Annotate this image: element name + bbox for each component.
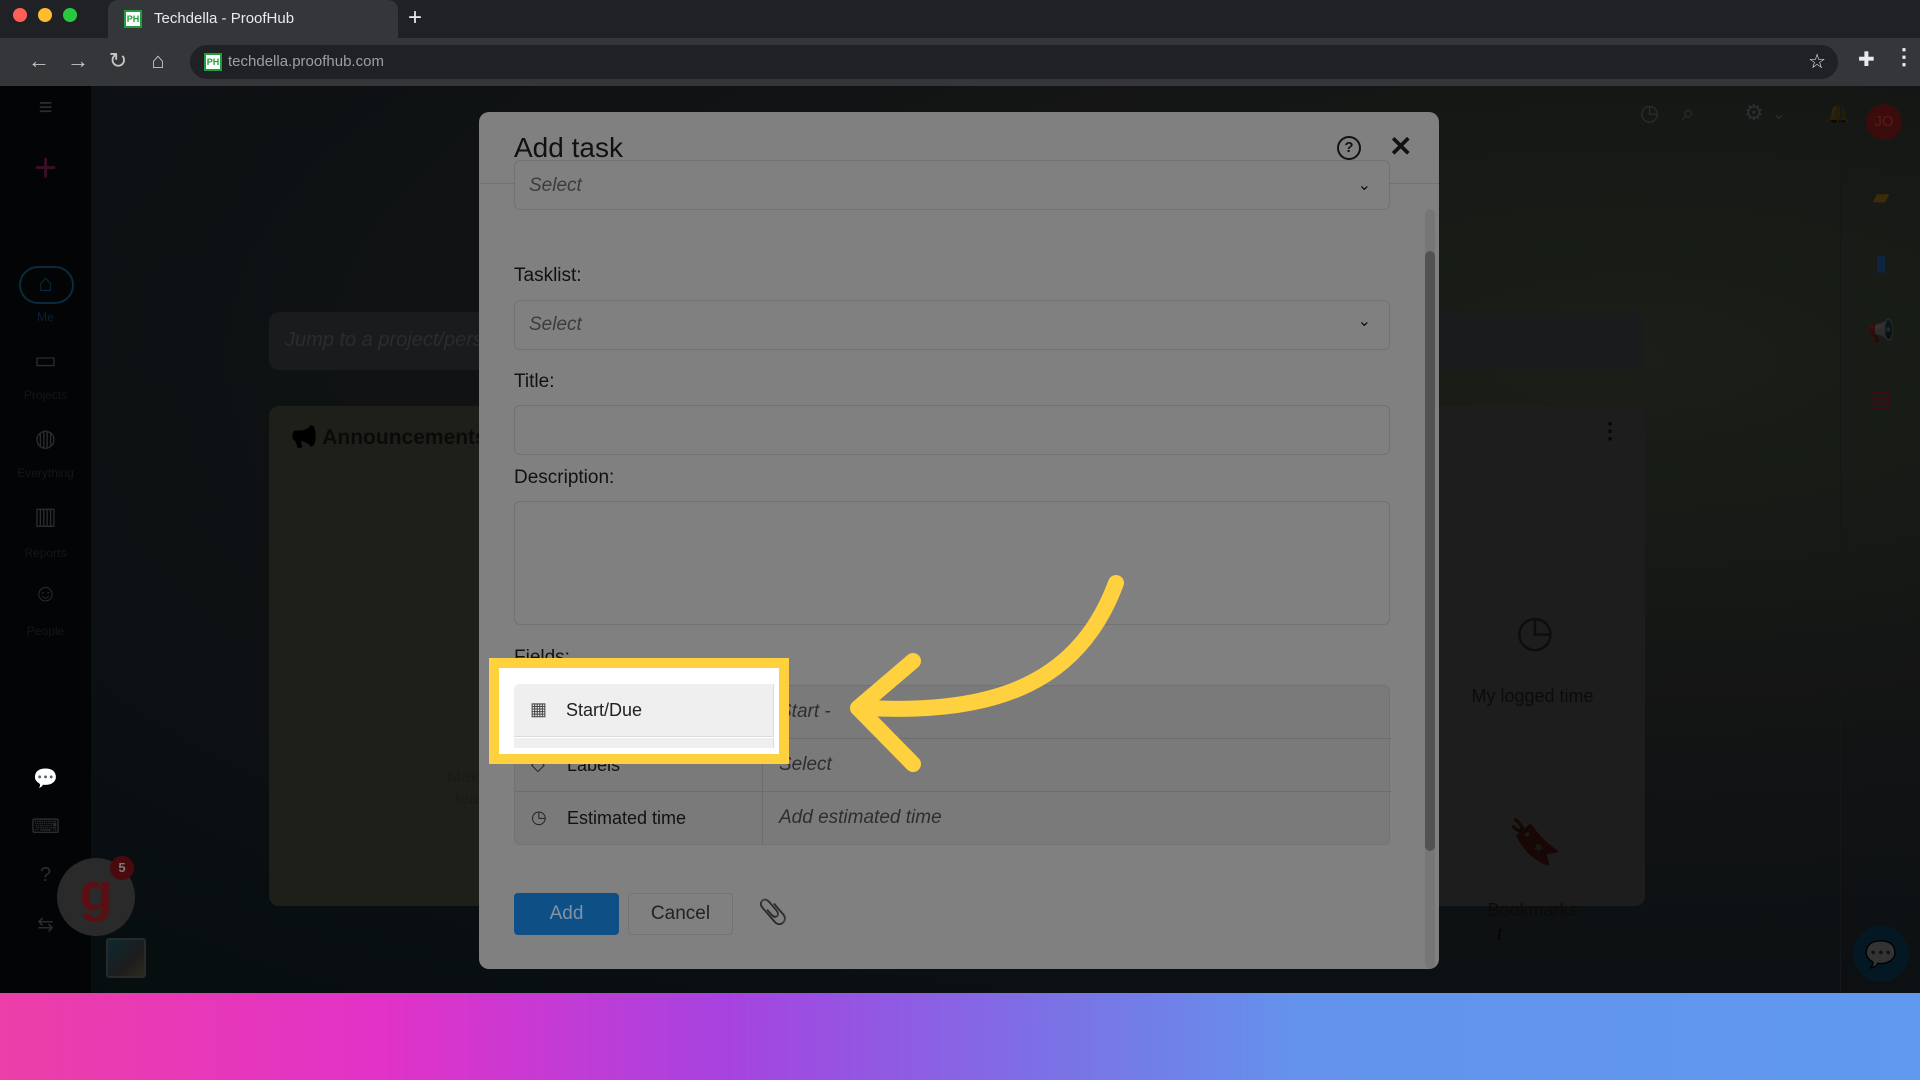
chevron-down-icon: ⌄ bbox=[1357, 313, 1371, 330]
sidebar: ≡ + ⌂ Me ▭ Projects ◍ Everything ▥ Repor… bbox=[0, 86, 91, 993]
search-icon[interactable]: ⌕ bbox=[1682, 100, 1694, 126]
tasklist-select[interactable]: Select ⌄ bbox=[514, 300, 1390, 350]
description-textarea[interactable] bbox=[514, 501, 1390, 625]
sticky-note-icon[interactable]: ▰ bbox=[1841, 184, 1920, 210]
globe-icon[interactable]: ◍ bbox=[0, 424, 91, 453]
quick-links-card: ⋮ ◷ My logged time 🔖 Bookmarks bbox=[1420, 406, 1645, 920]
hamburger-menu-icon[interactable]: ≡ bbox=[0, 94, 91, 122]
settings-chevron-icon[interactable]: ⌄ bbox=[1772, 104, 1785, 124]
announcements-body: Mak tea bbox=[447, 767, 480, 808]
jump-search-placeholder: Jump to a project/person bbox=[285, 329, 506, 351]
title-input[interactable] bbox=[514, 405, 1390, 455]
description-label: Description: bbox=[514, 467, 615, 488]
tile-my-logged-time[interactable]: My logged time bbox=[1420, 686, 1645, 707]
project-select-placeholder: Select bbox=[529, 175, 582, 196]
widgets-label: Widgets bbox=[1548, 330, 1621, 352]
browser-tab[interactable]: PH Techdella - ProofHub bbox=[108, 0, 398, 38]
add-task-modal: Add task ? ✕ Select ⌄ Tasklist: Select ⌄… bbox=[479, 112, 1439, 969]
close-icon[interactable]: ✕ bbox=[1389, 130, 1412, 163]
g-widget-badge: 5 bbox=[110, 856, 134, 880]
add-button[interactable]: Add bbox=[514, 893, 619, 935]
browser-menu-icon[interactable]: ⋮ bbox=[1893, 44, 1915, 70]
timer-icon[interactable]: ◷ bbox=[1640, 100, 1659, 126]
settings-icon[interactable]: ⚙ bbox=[1744, 100, 1764, 126]
new-tab-button[interactable]: + bbox=[408, 5, 422, 31]
estimated-time-input[interactable]: Add estimated time bbox=[779, 807, 942, 829]
feedback-icon[interactable]: 💬 bbox=[0, 766, 91, 791]
megaphone-icon: 📢 bbox=[291, 426, 318, 449]
home-icon[interactable]: ⌂ bbox=[143, 46, 173, 76]
cancel-button[interactable]: Cancel bbox=[628, 893, 733, 935]
window-maximize-button[interactable] bbox=[63, 8, 77, 22]
people-icon[interactable]: ☺ bbox=[0, 580, 91, 608]
card-menu-icon[interactable]: ⋮ bbox=[1599, 418, 1621, 444]
clock-icon[interactable]: ◷ bbox=[1480, 606, 1590, 657]
bookmark-icon[interactable]: 🔖 bbox=[1480, 816, 1590, 868]
forward-icon[interactable]: → bbox=[63, 46, 93, 76]
highlighted-start-due-field[interactable]: ▦ Start/Due bbox=[514, 684, 774, 737]
gear-icon: ⚙ bbox=[1525, 330, 1544, 352]
calendar-rail-icon[interactable]: ▤ bbox=[1841, 386, 1920, 412]
address-bar[interactable]: PH techdella.proofhub.com ☆ bbox=[190, 45, 1838, 79]
field-label: Start/Due bbox=[566, 700, 643, 720]
home-icon[interactable]: ⌂ bbox=[0, 270, 91, 298]
right-rail: ▰ ▮ 📢 ▤ bbox=[1840, 86, 1920, 993]
sidebar-item-people[interactable]: People bbox=[0, 624, 91, 638]
paperclip-icon[interactable]: 📎 bbox=[758, 898, 788, 927]
field-row-estimated-time[interactable]: ◷ Estimated time Add estimated time bbox=[515, 792, 1391, 845]
browser-tabstrip: PH Techdella - ProofHub + bbox=[0, 0, 1920, 38]
chat-button[interactable]: 💬 bbox=[1853, 926, 1909, 982]
url-text: techdella.proofhub.com bbox=[228, 53, 384, 70]
extensions-icon[interactable]: ✚ bbox=[1858, 47, 1875, 72]
highlight-box: ▦ Start/Due bbox=[489, 658, 789, 764]
project-select[interactable]: Select ⌄ bbox=[514, 160, 1390, 210]
clock-icon: ◷ bbox=[531, 807, 547, 827]
highlighted-labels-row-edge bbox=[514, 738, 774, 748]
tasklist-select-placeholder: Select bbox=[529, 314, 582, 335]
chat-icon: 💬 bbox=[1864, 939, 1898, 969]
stray-text: t bbox=[1497, 924, 1503, 944]
sidebar-item-me[interactable]: Me bbox=[0, 310, 91, 324]
browser-toolbar: ← → ↻ ⌂ PH techdella.proofhub.com ☆ ✚ ⋮ bbox=[0, 38, 1920, 86]
chevron-down-icon: ⌄ bbox=[1357, 177, 1371, 194]
modal-scrollbar-thumb[interactable] bbox=[1425, 251, 1435, 851]
tile-bookmarks[interactable]: Bookmarks bbox=[1420, 900, 1645, 921]
bottom-gradient-band bbox=[0, 993, 1920, 1080]
keyboard-icon[interactable]: ⌨ bbox=[0, 814, 91, 839]
sidebar-item-projects[interactable]: Projects bbox=[0, 388, 91, 402]
bookmark-rail-icon[interactable]: ▮ bbox=[1841, 250, 1920, 276]
folder-icon[interactable]: ▭ bbox=[0, 346, 91, 375]
tab-title: Techdella - ProofHub bbox=[154, 10, 295, 27]
announcement-rail-icon[interactable]: 📢 bbox=[1841, 318, 1920, 344]
reload-icon[interactable]: ↻ bbox=[103, 46, 133, 76]
back-icon[interactable]: ← bbox=[24, 46, 54, 76]
window-close-button[interactable] bbox=[13, 8, 27, 22]
modal-body: Select ⌄ Tasklist: Select ⌄ Title: Descr… bbox=[479, 160, 1439, 969]
widgets-button[interactable]: ⚙ Widgets bbox=[1525, 328, 1621, 353]
sidebar-item-everything[interactable]: Everything bbox=[0, 466, 91, 480]
thumbnail-preview[interactable] bbox=[106, 938, 146, 978]
field-label: Estimated time bbox=[567, 808, 687, 828]
calendar-icon: ▦ bbox=[530, 699, 548, 719]
sidebar-item-reports[interactable]: Reports bbox=[0, 546, 91, 560]
announcements-title: 📢 Announcements bbox=[291, 426, 487, 449]
title-label: Title: bbox=[514, 371, 555, 392]
quick-add-icon[interactable]: + bbox=[0, 146, 91, 191]
window-minimize-button[interactable] bbox=[38, 8, 52, 22]
bookmark-star-icon[interactable]: ☆ bbox=[1808, 49, 1826, 74]
help-circle-icon[interactable]: ? bbox=[1337, 136, 1361, 160]
reports-icon[interactable]: ▥ bbox=[0, 502, 91, 531]
site-favicon-icon: PH bbox=[204, 53, 222, 71]
proofhub-favicon-icon: PH bbox=[124, 10, 142, 28]
tasklist-label: Tasklist: bbox=[514, 265, 582, 286]
